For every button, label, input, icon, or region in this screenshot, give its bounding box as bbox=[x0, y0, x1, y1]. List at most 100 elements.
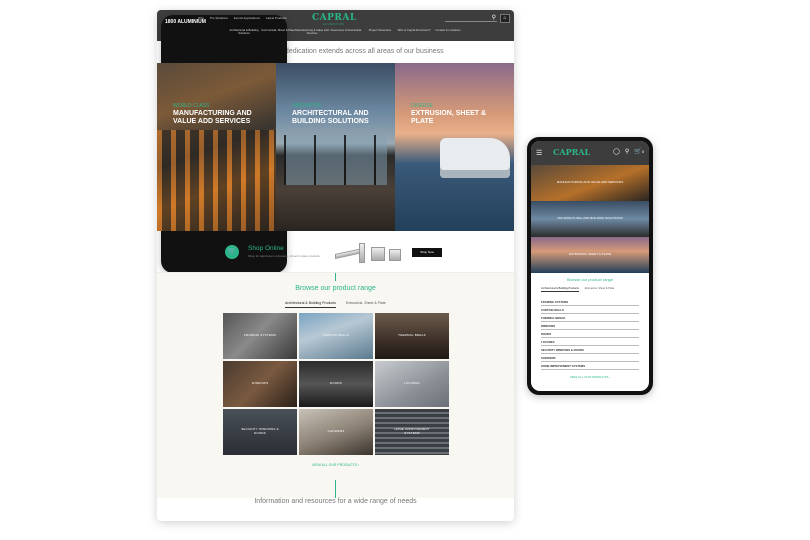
hero-panels: WORLD CLASS MANUFACTURING AND VALUE ADD … bbox=[157, 63, 514, 231]
mobile-hero-panel[interactable]: MANUFACTURING AND VALUE ADD SERVICES bbox=[531, 165, 649, 201]
hero-panel-extrusion[interactable]: DIVERSE EXTRUSION, SHEET & PLATE bbox=[395, 63, 514, 231]
mobile-hero-panel[interactable]: EXTRUSION, SHEET & PLATE bbox=[531, 237, 649, 273]
top-link[interactable]: Pro Solutions bbox=[210, 16, 228, 20]
nav-item[interactable]: Manufacturing & Value Add Services bbox=[295, 28, 329, 35]
capral-logo[interactable]: CAPRAL bbox=[553, 147, 590, 157]
tab-extrusions[interactable]: Extrusions, Sheet & Plate bbox=[585, 287, 614, 292]
list-item[interactable]: DOORS bbox=[541, 330, 639, 338]
hero-title: ARCHITECTURAL AND BUILDING SOLUTIONS bbox=[557, 216, 623, 221]
search-icon[interactable]: ⚲ bbox=[625, 148, 629, 155]
tab-architectural[interactable]: Architectural & Building Products bbox=[285, 301, 336, 308]
cart-icon[interactable]: 🛒0 bbox=[634, 148, 644, 155]
main-nav: Architectural & Building Solutions Comme… bbox=[227, 28, 465, 35]
browse-title: Browse our product range bbox=[295, 285, 376, 292]
hero-tag: DIVERSE bbox=[411, 103, 433, 109]
mobile-hero-panel[interactable]: ARCHITECTURAL AND BUILDING SOLUTIONS bbox=[531, 201, 649, 237]
nav-item[interactable]: Commercial, Sheet & Plate bbox=[261, 28, 295, 35]
tile-label: WINDOWS bbox=[251, 381, 269, 386]
mobile-mockup: ☰ CAPRAL ◯ ⚲ 🛒0 MANUFACTURING AND VALUE … bbox=[527, 137, 653, 395]
top-links: Why Pro Solutions Events Applications La… bbox=[198, 16, 287, 20]
product-tile[interactable]: LOUVRES bbox=[375, 361, 449, 407]
tile-label: SHOWERS bbox=[327, 429, 345, 434]
tile-label: HOME IMPROVEMENT SYSTEMS bbox=[394, 427, 430, 435]
list-item[interactable]: HOME IMPROVEMENT SYSTEMS bbox=[541, 362, 639, 370]
nav-item[interactable]: Who is Capral Aluminium? bbox=[397, 28, 431, 35]
tab-architectural[interactable]: Architectural & Building Products bbox=[541, 287, 579, 292]
browse-products-section: Browse our product range Architectural &… bbox=[157, 273, 514, 498]
logo-subtitle: ALUMINIUM bbox=[323, 23, 345, 26]
product-tile[interactable]: SECURITY WINDOWS & DOORS bbox=[223, 409, 297, 455]
product-grid: FRAMING SYSTEMS CURTAIN WALLS THERMAL BR… bbox=[223, 313, 449, 455]
tile-label: LOUVRES bbox=[404, 381, 420, 386]
hero-title: MANUFACTURING AND VALUE ADD SERVICES bbox=[173, 110, 252, 125]
tab-extrusions[interactable]: Extrusions, Sheet & Plate bbox=[346, 301, 386, 308]
list-item[interactable]: WINDOWS bbox=[541, 322, 639, 330]
list-item[interactable]: THERMAL BREAK bbox=[541, 314, 639, 322]
hero-panel-architectural[interactable]: INNOVATIVE ARCHITECTURAL AND BUILDING SO… bbox=[276, 63, 395, 231]
shop-subtitle: Shop for aluminium extrusions, sheet & p… bbox=[248, 254, 320, 258]
chevron-right-icon: › bbox=[358, 463, 360, 467]
top-link[interactable]: Events Applications bbox=[234, 16, 260, 20]
desktop-header: 1800 ALUMINIUM Why Pro Solutions Events … bbox=[157, 10, 514, 273]
hero-tag: INNOVATIVE bbox=[292, 103, 322, 109]
hero-title: EXTRUSION, SHEET & PLATE bbox=[411, 110, 487, 125]
product-tile[interactable]: SHOWERS bbox=[299, 409, 373, 455]
list-item[interactable]: LOUVRES bbox=[541, 338, 639, 346]
nav-item[interactable]: Project Showcase bbox=[363, 28, 397, 35]
capral-logo[interactable]: CAPRAL bbox=[312, 13, 357, 23]
mobile-screen: ☰ CAPRAL ◯ ⚲ 🛒0 MANUFACTURING AND VALUE … bbox=[531, 141, 649, 391]
list-item[interactable]: FRAMING SYSTEMS bbox=[541, 298, 639, 306]
shop-online-banner: 🛒 Shop Online Shop for aluminium extrusi… bbox=[157, 231, 514, 273]
hero-tag: WORLD CLASS bbox=[173, 103, 210, 109]
divider-line bbox=[335, 480, 336, 498]
product-tile[interactable]: FRAMING SYSTEMS bbox=[223, 313, 297, 359]
view-all-label: VIEW ALL OUR PRODUCTS bbox=[569, 375, 609, 379]
view-all-label: VIEW ALL OUR PRODUCTS bbox=[311, 463, 358, 467]
list-item[interactable]: SHOWERS bbox=[541, 354, 639, 362]
tile-label: THERMAL BREAK bbox=[398, 333, 426, 338]
product-tile[interactable]: HOME IMPROVEMENT SYSTEMS bbox=[375, 409, 449, 455]
hero-title: ARCHITECTURAL AND BUILDING SOLUTIONS bbox=[292, 110, 369, 125]
view-all-products-link[interactable]: VIEW ALL OUR PRODUCTS › bbox=[541, 375, 639, 379]
hero-panel-manufacturing[interactable]: WORLD CLASS MANUFACTURING AND VALUE ADD … bbox=[157, 63, 276, 231]
mobile-header-icons: ◯ ⚲ 🛒0 bbox=[613, 148, 644, 155]
user-icon[interactable]: ◯ bbox=[613, 148, 620, 155]
mobile-browse-section: Browse our product range Architectural &… bbox=[531, 273, 649, 379]
shop-title: Shop Online bbox=[248, 245, 284, 252]
nav-item[interactable]: Contact & Locations bbox=[431, 28, 465, 35]
product-tile[interactable]: WINDOWS bbox=[223, 361, 297, 407]
tile-label: DOORS bbox=[329, 381, 342, 386]
tile-label: FRAMING SYSTEMS bbox=[243, 333, 276, 338]
chevron-right-icon: › bbox=[609, 375, 611, 379]
list-item[interactable]: CURTAIN WALLS bbox=[541, 306, 639, 314]
aluminium-profiles-image bbox=[335, 239, 405, 265]
tile-label: CURTAIN WALLS bbox=[322, 333, 350, 338]
shop-now-button[interactable]: Shop Now bbox=[412, 248, 442, 257]
nav-item[interactable]: Architectural & Building Solutions bbox=[227, 28, 261, 35]
divider-line bbox=[335, 273, 336, 281]
list-item[interactable]: SECURITY WINDOWS & DOORS bbox=[541, 346, 639, 354]
hero-title: MANUFACTURING AND VALUE ADD SERVICES bbox=[556, 180, 624, 185]
product-tile[interactable]: THERMAL BREAK bbox=[375, 313, 449, 359]
menu-icon[interactable]: ☰ bbox=[536, 149, 542, 157]
product-tile[interactable]: DOORS bbox=[299, 361, 373, 407]
mobile-header: ☰ CAPRAL ◯ ⚲ 🛒0 bbox=[531, 141, 649, 165]
cart-icon: 🛒 bbox=[225, 245, 239, 259]
desktop-mockup: 1800 ALUMINIUM Why Pro Solutions Events … bbox=[157, 10, 514, 521]
mobile-hero: MANUFACTURING AND VALUE ADD SERVICES ARC… bbox=[531, 165, 649, 273]
product-tabs: Architectural & Building Products Extrus… bbox=[541, 287, 639, 292]
view-all-products-link[interactable]: VIEW ALL OUR PRODUCTS › bbox=[157, 463, 514, 467]
search-input[interactable]: ⚲ bbox=[445, 15, 497, 22]
account-button[interactable]: ⌂ bbox=[500, 14, 510, 23]
browse-title: Browse our product range bbox=[566, 277, 614, 282]
product-tabs: Architectural & Building Products Extrus… bbox=[285, 301, 386, 308]
tile-label: SECURITY WINDOWS & DOORS bbox=[241, 427, 279, 435]
top-link[interactable]: Latest Products bbox=[266, 16, 287, 20]
product-tile[interactable]: CURTAIN WALLS bbox=[299, 313, 373, 359]
resources-heading: Information and resources for a wide ran… bbox=[254, 498, 417, 505]
top-link[interactable]: Why bbox=[198, 16, 204, 20]
product-list: FRAMING SYSTEMS CURTAIN WALLS THERMAL BR… bbox=[541, 298, 639, 370]
search-icon[interactable]: ⚲ bbox=[492, 14, 496, 21]
cart-count: 0 bbox=[641, 149, 644, 154]
nav-item[interactable]: Resources & Downloads bbox=[329, 28, 363, 35]
